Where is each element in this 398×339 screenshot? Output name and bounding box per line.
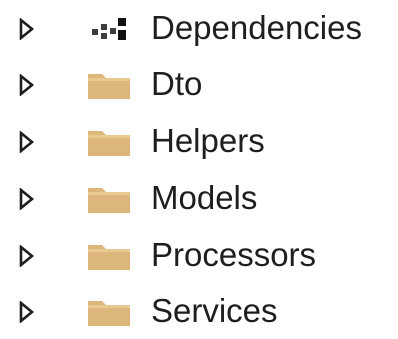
dependencies-icon bbox=[92, 18, 126, 40]
tree-item-services[interactable]: Services bbox=[0, 283, 398, 339]
tree-item-label: Services bbox=[151, 292, 278, 329]
folder-icon bbox=[88, 131, 130, 156]
tree-item-dto[interactable]: Dto bbox=[0, 56, 398, 112]
folder-icon bbox=[88, 74, 130, 99]
tree-item-label: Models bbox=[151, 179, 258, 216]
tree-item-label: Processors bbox=[151, 236, 317, 273]
tree-item-label: Dependencies bbox=[151, 9, 362, 46]
expand-arrow-icon[interactable] bbox=[19, 74, 35, 96]
expand-arrow-icon[interactable] bbox=[19, 131, 35, 153]
folder-icon bbox=[88, 301, 130, 326]
expand-arrow-icon[interactable] bbox=[19, 301, 35, 323]
tree-item-dependencies[interactable]: Dependencies bbox=[0, 0, 398, 56]
solution-explorer-tree: Dependencies Dto Helpers Models Processo… bbox=[0, 0, 398, 339]
tree-item-helpers[interactable]: Helpers bbox=[0, 113, 398, 169]
tree-item-models[interactable]: Models bbox=[0, 170, 398, 226]
tree-item-label: Dto bbox=[151, 65, 203, 102]
tree-item-processors[interactable]: Processors bbox=[0, 227, 398, 283]
tree-item-label: Helpers bbox=[151, 122, 265, 159]
expand-arrow-icon[interactable] bbox=[19, 18, 35, 40]
folder-icon bbox=[88, 188, 130, 213]
folder-icon bbox=[88, 245, 130, 270]
expand-arrow-icon[interactable] bbox=[19, 245, 35, 267]
expand-arrow-icon[interactable] bbox=[19, 188, 35, 210]
